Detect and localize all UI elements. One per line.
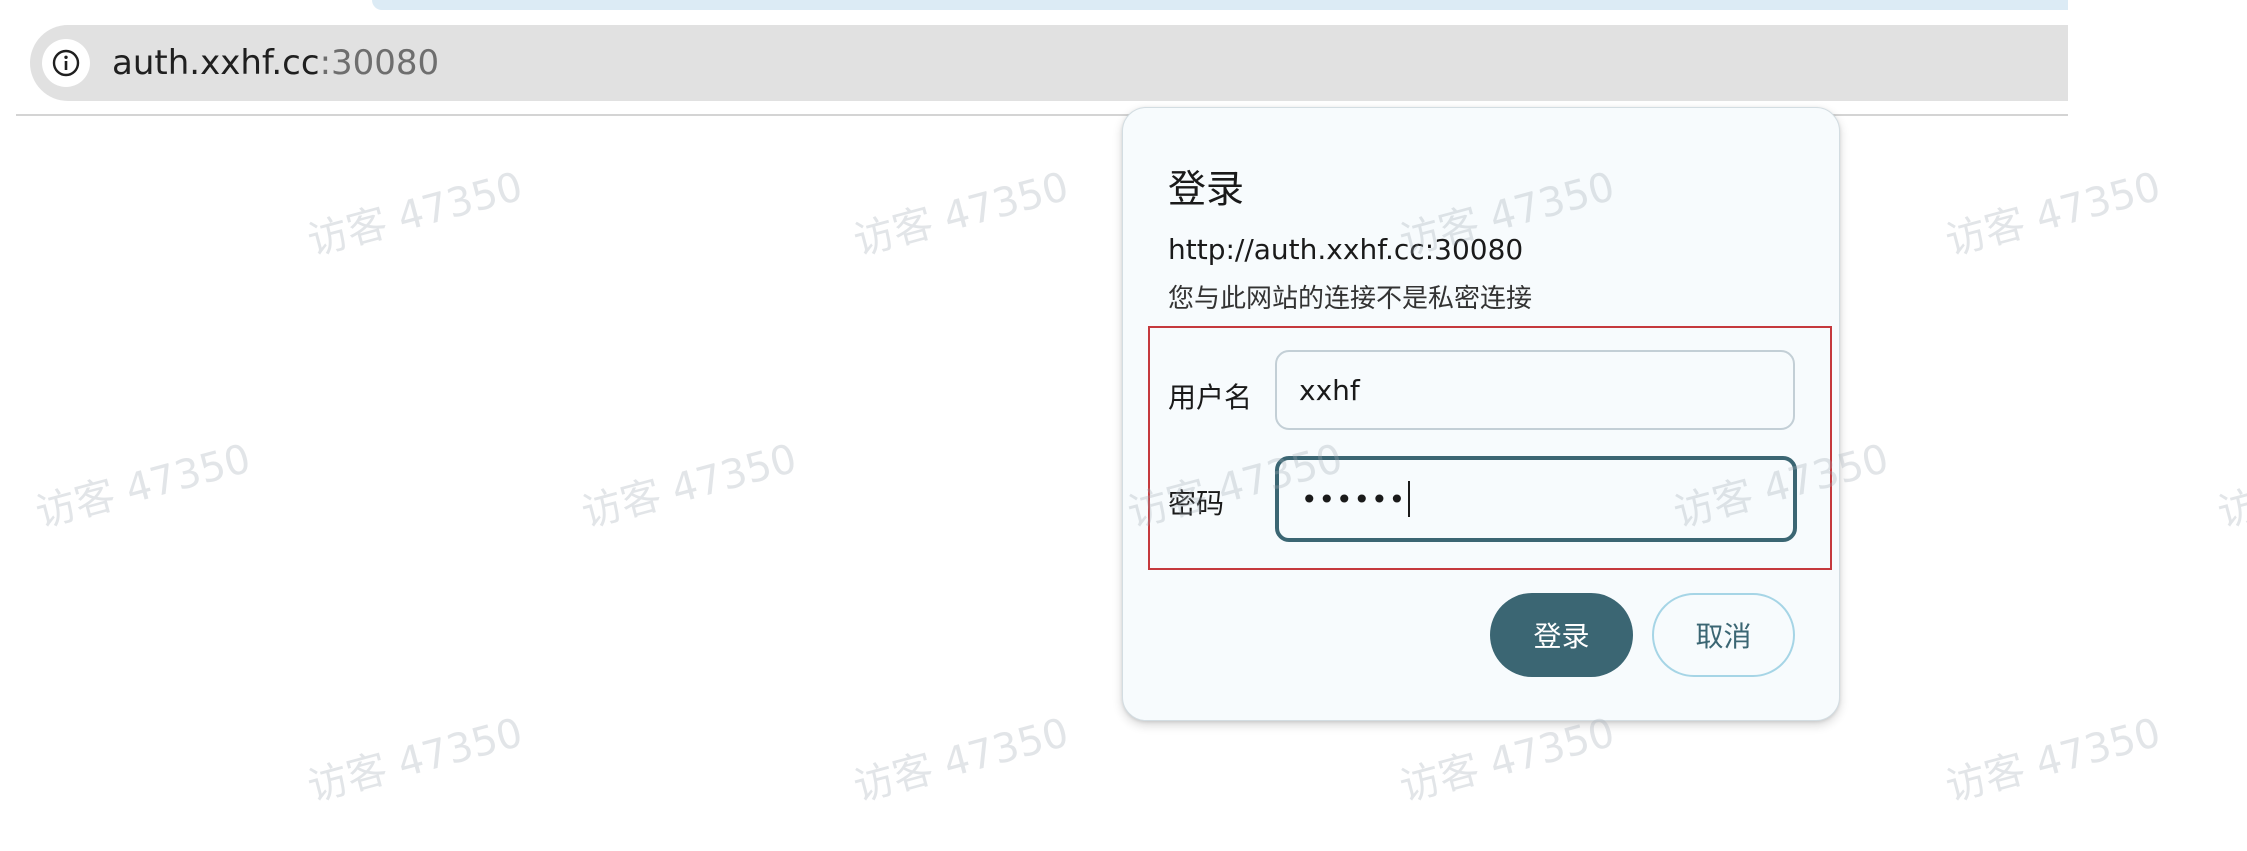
password-label: 密码 <box>1168 487 1225 520</box>
watermark: 访客 47350 <box>1941 709 2166 812</box>
watermark: 访客 47350 <box>577 435 802 538</box>
active-tab-edge <box>372 0 2068 10</box>
site-info-button[interactable] <box>42 39 90 87</box>
username-label: 用户名 <box>1168 381 1253 414</box>
browser-window: auth.xxhf.cc:30080 登录 http://auth.xxhf.c… <box>0 0 2247 851</box>
password-input[interactable]: •••••• <box>1275 456 1797 542</box>
watermark: 访客 47350 <box>1941 163 2166 266</box>
info-circle-icon <box>52 49 80 77</box>
url-text[interactable]: auth.xxhf.cc:30080 <box>112 40 439 86</box>
dialog-title: 登录 <box>1168 167 1245 211</box>
cancel-button[interactable]: 取消 <box>1652 593 1795 677</box>
password-value: •••••• <box>1301 482 1407 516</box>
watermark: 访客 47350 <box>303 163 528 266</box>
watermark: 访客 47350 <box>849 709 1074 812</box>
login-button[interactable]: 登录 <box>1490 593 1633 677</box>
watermark: 访客 47350 <box>31 435 256 538</box>
login-dialog: 登录 http://auth.xxhf.cc:30080 您与此网站的连接不是私… <box>1122 107 1840 721</box>
watermark: 访客 47350 <box>303 709 528 812</box>
watermark: 访客 47350 <box>2213 436 2247 538</box>
dialog-origin: http://auth.xxhf.cc:30080 <box>1168 233 1524 266</box>
url-port: :30080 <box>319 43 440 83</box>
connection-warning: 您与此网站的连接不是私密连接 <box>1168 284 1533 314</box>
text-caret <box>1408 481 1411 517</box>
username-input[interactable]: xxhf <box>1275 350 1795 430</box>
url-host: auth.xxhf.cc <box>112 43 320 83</box>
username-value: xxhf <box>1299 373 1360 407</box>
watermark: 访客 47350 <box>849 163 1074 266</box>
